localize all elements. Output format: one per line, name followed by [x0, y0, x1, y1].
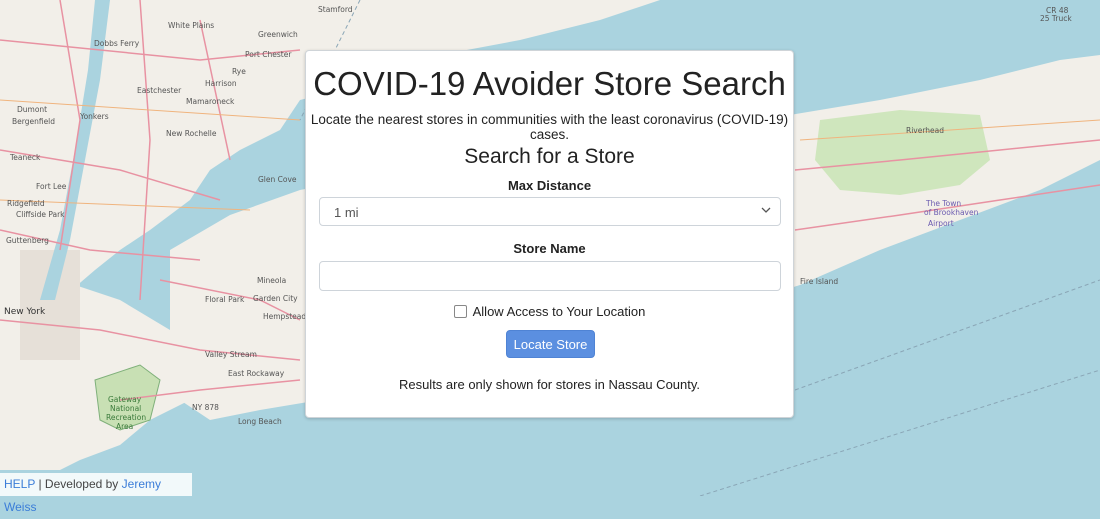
location-checkbox-label[interactable]: Allow Access to Your Location: [473, 304, 646, 319]
map-label: Area: [116, 422, 133, 431]
map-label: Rye: [232, 67, 246, 76]
map-label: White Plains: [168, 21, 214, 30]
map-label: Floral Park: [205, 295, 245, 304]
map-label: Dobbs Ferry: [94, 39, 140, 48]
max-distance-select[interactable]: 1 mi: [319, 197, 781, 226]
store-name-label: Store Name: [513, 241, 586, 256]
map-label: Riverhead: [906, 126, 944, 135]
map-label: of Brookhaven: [924, 208, 979, 217]
map-label: Fort Lee: [36, 182, 67, 191]
footer-bar: HELP | Developed by Jeremy Weiss: [0, 473, 192, 514]
map-label: Mamaroneck: [186, 97, 235, 106]
map-label: Eastchester: [137, 86, 182, 95]
map-label: Yonkers: [79, 112, 109, 121]
results-note: Results are only shown for stores in Nas…: [398, 377, 701, 392]
map-label: New Rochelle: [166, 129, 217, 138]
map-label: Dumont: [17, 105, 47, 114]
search-panel: COVID-19 Avoider Store Search Locate the…: [305, 50, 794, 418]
map-label: Cliffside Park: [16, 210, 65, 219]
search-heading: Search for a Store: [464, 145, 635, 168]
location-checkbox[interactable]: [453, 305, 467, 318]
map-label: Port Chester: [245, 50, 292, 59]
page-title: COVID-19 Avoider Store Search: [313, 65, 786, 102]
map-label: New York: [4, 307, 46, 317]
map-label: Gateway: [108, 395, 142, 404]
map-label: Harrison: [205, 79, 237, 88]
map-label: East Rockaway: [228, 369, 285, 378]
map-label: NY 878: [192, 403, 219, 412]
store-name-input[interactable]: [319, 261, 781, 291]
map-label: Airport: [928, 219, 954, 228]
map-label: National: [110, 404, 141, 413]
map-label: Bergenfield: [12, 117, 55, 126]
map-label: Ridgefield: [7, 199, 45, 208]
map-label: Recreation: [106, 413, 146, 422]
max-distance-value: 1 mi: [334, 205, 359, 220]
map-label: Guttenberg: [6, 236, 49, 245]
chevron-down-icon: [761, 207, 771, 213]
map-label: Garden City: [253, 294, 298, 303]
map-label: Mineola: [257, 276, 286, 285]
map-label: The Town: [925, 199, 961, 208]
locate-store-button[interactable]: Locate Store: [506, 330, 595, 358]
map-label: Long Beach: [238, 417, 282, 426]
developed-by-text: | Developed by: [35, 477, 122, 491]
map-label: Greenwich: [258, 30, 298, 39]
map-label: Valley Stream: [205, 350, 257, 359]
map-label: Teaneck: [9, 153, 41, 162]
map-label: 25 Truck: [1040, 14, 1072, 23]
max-distance-label: Max Distance: [507, 178, 592, 193]
location-checkbox-row[interactable]: Allow Access to Your Location: [306, 304, 793, 319]
map-label: Stamford: [318, 5, 353, 14]
map-label: Glen Cove: [258, 175, 297, 184]
map-label: Hempstead: [263, 312, 306, 321]
page-subtitle: Locate the nearest stores in communities…: [310, 112, 789, 142]
map-label: Fire Island: [800, 277, 838, 286]
help-link[interactable]: HELP: [4, 477, 35, 491]
